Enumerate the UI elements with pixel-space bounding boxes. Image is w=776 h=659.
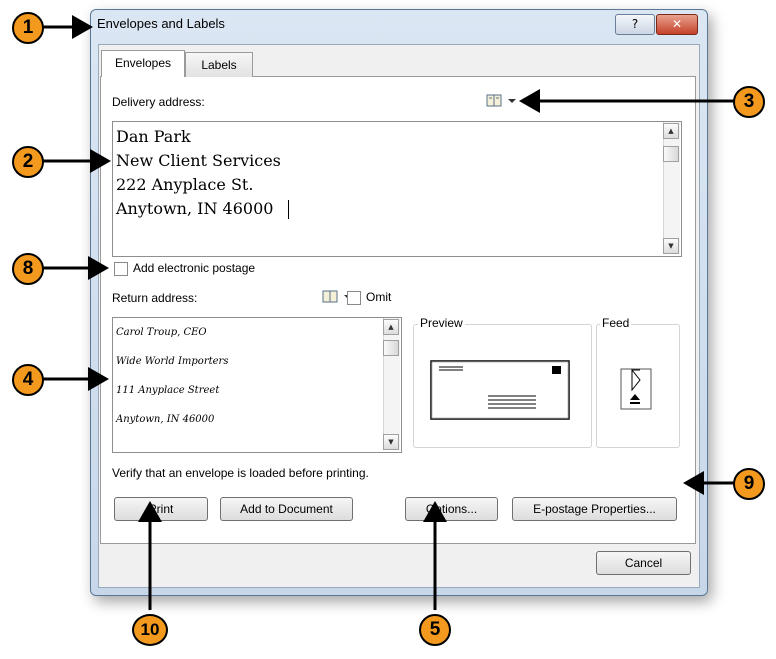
return-scrollbar[interactable] <box>383 318 400 450</box>
delivery-line: Dan Park <box>116 127 191 146</box>
tab-labels[interactable]: Labels <box>185 52 253 77</box>
return-line: Wide World Importers <box>116 356 229 367</box>
return-line: Anytown, IN 46000 <box>116 414 215 425</box>
delivery-line: 222 Anyplace St. <box>116 175 254 194</box>
help-icon: ? <box>631 17 639 31</box>
callout-10: 10 <box>132 614 168 646</box>
scroll-down-button[interactable]: ▼ <box>663 238 679 254</box>
print-button[interactable]: Print <box>114 497 208 521</box>
callout-5: 5 <box>419 614 451 646</box>
return-address-label: Return address: <box>112 291 198 305</box>
delivery-line: Anytown, IN 46000 <box>116 199 274 218</box>
cancel-button[interactable]: Cancel <box>596 551 691 575</box>
callout-4: 4 <box>12 364 44 396</box>
return-line: 111 Anyplace Street <box>116 385 220 396</box>
callout-8: 8 <box>12 253 44 285</box>
delivery-line: New Client Services <box>116 151 281 170</box>
status-text: Verify that an envelope is loaded before… <box>112 466 369 480</box>
scroll-up-button[interactable]: ▲ <box>383 319 399 335</box>
delivery-address-book-button[interactable] <box>486 93 518 113</box>
epostage-properties-button[interactable]: E-postage Properties... <box>512 497 677 521</box>
add-electronic-postage-checkbox[interactable] <box>114 262 128 276</box>
scroll-down-button[interactable]: ▼ <box>383 434 399 450</box>
options-button[interactable]: Options... <box>405 497 498 521</box>
add-to-document-button[interactable]: Add to Document <box>220 497 353 521</box>
callout-1: 1 <box>12 12 44 44</box>
return-line: Carol Troup, CEO <box>116 327 207 338</box>
envelope-preview[interactable] <box>430 360 570 424</box>
dialog-title: Envelopes and Labels <box>97 16 225 31</box>
tab-envelopes[interactable]: Envelopes <box>101 50 185 77</box>
omit-checkbox[interactable] <box>347 291 361 305</box>
text-caret <box>288 200 289 219</box>
omit-label: Omit <box>366 290 392 304</box>
feed-label: Feed <box>600 316 632 330</box>
scroll-thumb[interactable] <box>663 146 679 162</box>
callout-9: 9 <box>733 468 765 500</box>
address-book-icon <box>486 94 516 107</box>
preview-label: Preview <box>418 316 465 330</box>
scroll-up-button[interactable]: ▲ <box>663 123 679 139</box>
chevron-down-icon <box>508 99 516 103</box>
close-button[interactable]: ✕ <box>656 14 698 35</box>
scroll-thumb[interactable] <box>383 340 399 356</box>
feed-preview[interactable] <box>618 366 654 416</box>
help-button[interactable]: ? <box>615 14 655 35</box>
add-electronic-postage-label: Add electronic postage <box>133 261 256 275</box>
delivery-address-label: Delivery address: <box>112 95 205 109</box>
delivery-scrollbar[interactable] <box>663 122 680 254</box>
callout-2: 2 <box>12 146 44 178</box>
feed-icon <box>620 368 652 410</box>
close-icon: ✕ <box>671 17 683 31</box>
callout-3: 3 <box>733 86 765 118</box>
envelope-icon <box>430 360 570 420</box>
